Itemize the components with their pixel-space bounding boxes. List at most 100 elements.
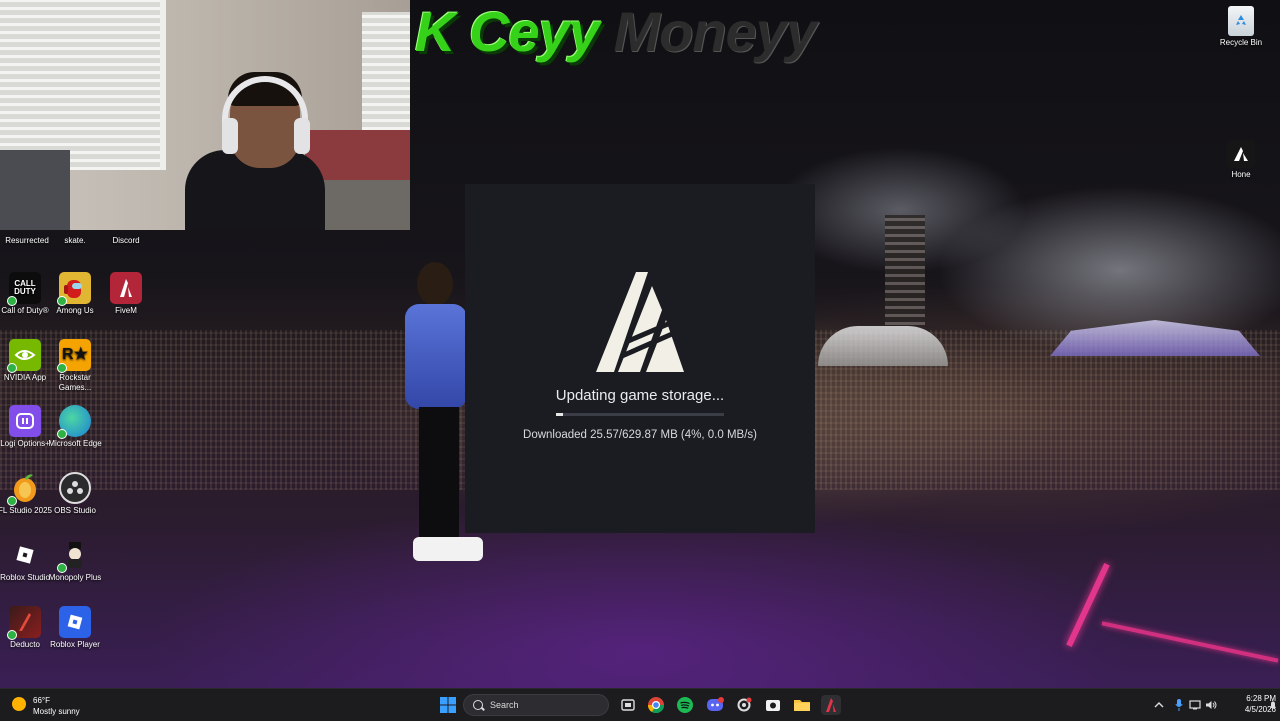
desktop-icon-label: Recycle Bin bbox=[1219, 38, 1263, 47]
desktop-icon-label: Monopoly Plus bbox=[48, 573, 102, 582]
desktop-icon-call-of-duty[interactable]: CALL DUTY Call of Duty® bbox=[0, 272, 52, 316]
desktop-icon-rockstar-games[interactable]: R★ Rockstar Games... bbox=[48, 339, 102, 393]
desktop-icon-label: Call of Duty® bbox=[1, 306, 49, 315]
task-view-icon bbox=[621, 699, 635, 711]
obs-icon bbox=[59, 472, 91, 504]
system-tray bbox=[1152, 689, 1222, 721]
desktop-icon-resurrected[interactable]: Resurrected bbox=[0, 236, 54, 246]
taskbar-discord[interactable] bbox=[705, 695, 725, 715]
desktop-icon-fivem[interactable]: FiveM bbox=[99, 272, 153, 316]
logi-options-icon bbox=[9, 405, 41, 437]
desktop-icon-label: Roblox Player bbox=[50, 640, 100, 649]
tray-microphone[interactable] bbox=[1172, 695, 1186, 715]
desktop-icon-label: Logi Options+ bbox=[0, 439, 50, 448]
desktop-icon-label: Rockstar Games... bbox=[58, 373, 92, 392]
loader-download-detail: Downloaded 25.57/629.87 MB (4%, 0.0 MB/s… bbox=[523, 429, 757, 441]
fivem-loader-window: Updating game storage... Downloaded 25.5… bbox=[465, 184, 815, 533]
discord-icon bbox=[707, 697, 724, 711]
camera-icon bbox=[766, 700, 780, 711]
stream-banner-logo: K Ceyy Moneyy bbox=[415, 0, 835, 66]
loader-progress-bar bbox=[556, 413, 724, 416]
chrome-icon bbox=[648, 697, 664, 713]
monopoly-icon bbox=[57, 539, 91, 573]
sun-icon bbox=[12, 697, 26, 711]
wallpaper-light-tower bbox=[885, 215, 925, 325]
desktop-icon-label: Microsoft Edge bbox=[48, 439, 102, 448]
desktop-icon-label: Deducto bbox=[10, 640, 40, 649]
bell-icon bbox=[1270, 701, 1276, 708]
weather-description: Mostly sunny bbox=[33, 707, 80, 716]
taskbar-chrome[interactable] bbox=[646, 695, 666, 715]
desktop-icon-recycle-bin[interactable]: Recycle Bin bbox=[1214, 6, 1268, 48]
desktop-icon-nvidia-app[interactable]: NVIDIA App bbox=[0, 339, 52, 383]
search-label: Search bbox=[490, 700, 519, 710]
among-us-icon bbox=[57, 272, 91, 306]
desktop-icon-label: NVIDIA App bbox=[3, 373, 47, 382]
fl-studio-icon bbox=[7, 472, 41, 506]
fivem-taskbar-icon bbox=[826, 698, 836, 712]
desktop-icon-label: skate. bbox=[64, 236, 86, 245]
banner-text-tail: Moneyy bbox=[613, 0, 816, 63]
tray-network[interactable] bbox=[1188, 695, 1202, 715]
recycle-bin-icon bbox=[1228, 6, 1254, 36]
roblox-studio-icon bbox=[9, 539, 41, 571]
desktop-icon-obs-studio[interactable]: OBS Studio bbox=[48, 472, 102, 516]
rockstar-icon: R★ bbox=[57, 339, 91, 373]
network-monitor-icon bbox=[1189, 700, 1201, 710]
desktop-icon-among-us[interactable]: Among Us bbox=[48, 272, 102, 316]
banner-text-main: K Ceyy bbox=[415, 0, 600, 63]
wallpaper-dome-tent bbox=[818, 326, 948, 366]
notification-bell[interactable] bbox=[1268, 695, 1278, 715]
desktop-icon-label: Hone bbox=[1231, 170, 1251, 179]
nvidia-icon bbox=[7, 339, 41, 373]
fivem-logo-icon bbox=[596, 272, 684, 374]
taskbar-app-gear[interactable] bbox=[734, 695, 754, 715]
start-button[interactable] bbox=[438, 695, 458, 715]
desktop-icon-fl-studio[interactable]: FL Studio 2025 bbox=[0, 472, 52, 516]
desktop-icon-roblox-player[interactable]: Roblox Player bbox=[48, 606, 102, 650]
taskbar-camera-app[interactable] bbox=[763, 695, 783, 715]
roblox-player-icon bbox=[59, 606, 91, 638]
desktop-icon-label: FL Studio 2025 bbox=[0, 506, 52, 515]
tray-overflow-button[interactable] bbox=[1152, 695, 1166, 715]
taskbar: 66°F Mostly sunny Search 6:28 PM 4/5/202… bbox=[0, 688, 1280, 721]
desktop-icon-label: Among Us bbox=[56, 306, 94, 315]
taskbar-spotify[interactable] bbox=[675, 695, 695, 715]
spotify-icon bbox=[677, 697, 693, 713]
taskbar-file-explorer[interactable] bbox=[792, 695, 812, 715]
tray-volume[interactable] bbox=[1204, 695, 1218, 715]
gear-icon bbox=[737, 697, 752, 712]
taskbar-weather-widget[interactable]: 66°F Mostly sunny bbox=[12, 693, 102, 717]
wallpaper-stage bbox=[1050, 320, 1260, 356]
wallpaper-pink-light bbox=[1066, 562, 1110, 648]
taskbar-fivem[interactable] bbox=[821, 695, 841, 715]
webcam-overlay bbox=[0, 0, 410, 230]
desktop-icon-label: FiveM bbox=[115, 306, 137, 315]
weather-temperature: 66°F bbox=[33, 696, 50, 705]
call-of-duty-icon: CALL DUTY bbox=[7, 272, 41, 306]
desktop-icon-roblox-studio[interactable]: Roblox Studio bbox=[0, 539, 52, 583]
desktop-icon-discord[interactable]: Discord bbox=[99, 236, 153, 246]
desktop-icon-deducto[interactable]: Deducto bbox=[0, 606, 52, 650]
edge-icon bbox=[57, 405, 91, 439]
loader-status-text: Updating game storage... bbox=[555, 387, 725, 404]
desktop-icon-logi-options[interactable]: Logi Options+ bbox=[0, 405, 52, 449]
task-view-button[interactable] bbox=[618, 695, 638, 715]
hone-icon bbox=[1227, 140, 1255, 168]
desktop-icon-microsoft-edge[interactable]: Microsoft Edge bbox=[48, 405, 102, 449]
folder-icon bbox=[794, 700, 810, 711]
fivem-icon bbox=[110, 272, 142, 304]
wallpaper-performer bbox=[405, 262, 483, 567]
desktop-icon-skate[interactable]: skate. bbox=[48, 236, 102, 246]
desktop-icon-label: Roblox Studio bbox=[0, 573, 50, 582]
windows-logo-icon bbox=[440, 697, 456, 713]
desktop-icon-label: Resurrected bbox=[5, 236, 49, 245]
speaker-icon bbox=[1206, 701, 1217, 709]
desktop-icon-monopoly-plus[interactable]: Monopoly Plus bbox=[48, 539, 102, 583]
desktop-icon-label: OBS Studio bbox=[54, 506, 96, 515]
desktop-icon-hone[interactable]: Hone bbox=[1214, 140, 1268, 180]
chevron-up-icon bbox=[1154, 702, 1164, 708]
wallpaper-pink-light-2 bbox=[1101, 621, 1279, 663]
taskbar-search-box[interactable]: Search bbox=[463, 694, 609, 716]
deducto-icon bbox=[7, 606, 41, 640]
